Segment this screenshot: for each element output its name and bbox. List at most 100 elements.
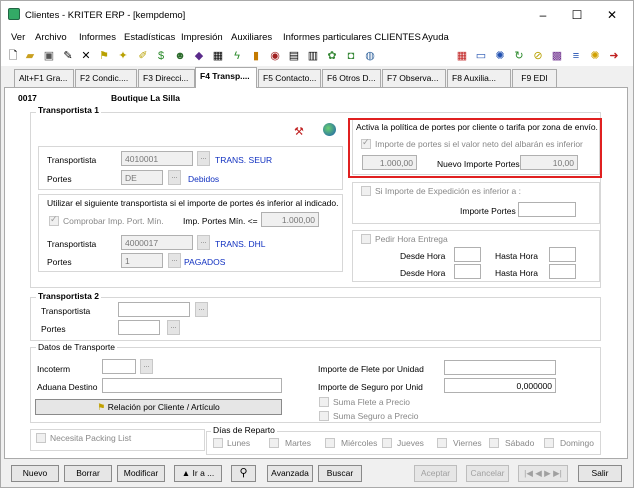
- portes2-lookup-button[interactable]: ...: [168, 253, 181, 268]
- transportista2-lookup-button[interactable]: ...: [197, 235, 210, 250]
- tree-icon[interactable]: ≡: [569, 49, 583, 63]
- new-file-icon[interactable]: 🗋: [6, 49, 20, 63]
- transportista-lookup-button[interactable]: ...: [197, 151, 210, 166]
- chart-icon[interactable]: ▮: [249, 49, 263, 63]
- tag-icon[interactable]: ◆: [192, 49, 206, 63]
- save-icon[interactable]: ▣: [42, 49, 56, 63]
- buscar-button[interactable]: Buscar: [318, 465, 362, 482]
- day-miercoles-checkbox[interactable]: [325, 438, 335, 448]
- pedir-hora-checkbox[interactable]: [361, 234, 371, 244]
- box-icon[interactable]: ◘: [344, 49, 358, 63]
- t2-portes-field[interactable]: [118, 320, 160, 335]
- t2-portes-lookup-button[interactable]: ...: [167, 320, 180, 335]
- t2-transportista-lookup-button[interactable]: ...: [195, 302, 208, 317]
- record-navigation[interactable]: |◀ ◀ ▶ ▶|: [518, 465, 568, 482]
- refresh-icon[interactable]: ↻: [512, 49, 526, 63]
- avanzada-button[interactable]: Avanzada: [267, 465, 313, 482]
- ir-a-button[interactable]: ▲ Ir a ...: [174, 465, 222, 482]
- pencil-icon[interactable]: ✐: [136, 49, 150, 63]
- globe-small-icon[interactable]: ◍: [363, 49, 377, 63]
- desde-hora-field-1[interactable]: [454, 247, 481, 262]
- maximize-button[interactable]: ☐: [567, 7, 587, 23]
- menu-impresion[interactable]: Impresión: [181, 32, 223, 43]
- modificar-button[interactable]: Modificar: [117, 465, 165, 482]
- desde-hora-field-2[interactable]: [454, 264, 481, 279]
- window-icon[interactable]: ▭: [474, 49, 488, 63]
- expedicion-checkbox[interactable]: [361, 186, 371, 196]
- edit-icon[interactable]: ✎: [61, 49, 75, 63]
- globe-icon[interactable]: [323, 123, 336, 136]
- menu-informes-particulares[interactable]: Informes particulares CLIENTES: [283, 32, 421, 43]
- flash-icon[interactable]: ϟ: [230, 49, 244, 63]
- t2-transportista-field[interactable]: [118, 302, 190, 317]
- menu-estadisticas[interactable]: Estadísticas: [124, 32, 175, 43]
- tab-contactos[interactable]: F5 Contacto...: [258, 69, 321, 87]
- suma-seguro-checkbox[interactable]: [319, 411, 329, 421]
- person-icon[interactable]: ☻: [173, 49, 187, 63]
- flete-field[interactable]: [444, 360, 556, 375]
- grid-icon[interactable]: ▦: [211, 49, 225, 63]
- tab-general[interactable]: Alt+F1 Gra...: [14, 69, 74, 87]
- filter-icon[interactable]: ⚑: [97, 49, 111, 63]
- cancelar-button[interactable]: Cancelar: [466, 465, 509, 482]
- menu-ayuda[interactable]: Ayuda: [422, 32, 449, 43]
- delete-icon[interactable]: ✕: [79, 49, 93, 63]
- nuevo-button[interactable]: Nuevo: [11, 465, 59, 482]
- tab-direcciones[interactable]: F3 Direcci...: [138, 69, 195, 87]
- pedir-hora-label: Pedir Hora Entrega: [375, 234, 448, 244]
- money-icon[interactable]: $: [154, 49, 168, 63]
- palette-icon[interactable]: ✿: [325, 49, 339, 63]
- tab-auxiliares[interactable]: F8 Auxilia...: [447, 69, 511, 87]
- importe-portes-exp-field[interactable]: [518, 202, 576, 217]
- camera-icon[interactable]: ◉: [268, 49, 282, 63]
- tab-condiciones[interactable]: F2 Condic....: [75, 69, 137, 87]
- tab-observaciones[interactable]: F7 Observa...: [382, 69, 446, 87]
- bulb-icon[interactable]: ✺: [588, 49, 602, 63]
- close-button[interactable]: ✕: [602, 7, 622, 23]
- day-domingo-checkbox[interactable]: [544, 438, 554, 448]
- suma-flete-checkbox[interactable]: [319, 397, 329, 407]
- calculator-icon[interactable]: ▤: [287, 49, 301, 63]
- open-folder-icon[interactable]: ▰: [23, 49, 37, 63]
- tool-icon[interactable]: ✦: [116, 49, 130, 63]
- portes-lookup-button[interactable]: ...: [168, 170, 181, 185]
- cancel-red-icon[interactable]: ⚒: [294, 125, 304, 138]
- relacion-button[interactable]: ⚑ Relación por Cliente / Artículo: [35, 399, 282, 415]
- day-jueves-checkbox[interactable]: [382, 438, 392, 448]
- menu-ver[interactable]: Ver: [11, 32, 25, 43]
- menu-archivo[interactable]: Archivo: [35, 32, 67, 43]
- hasta-hora-field-1[interactable]: [549, 247, 576, 262]
- day-lunes-checkbox[interactable]: [213, 438, 223, 448]
- seguro-field[interactable]: 0,000000: [444, 378, 556, 393]
- transportista-code-field[interactable]: 4010001: [121, 151, 193, 166]
- tab-edi[interactable]: F9 EDI: [512, 69, 557, 87]
- day-sabado-checkbox[interactable]: [489, 438, 499, 448]
- borrar-button[interactable]: Borrar: [64, 465, 112, 482]
- hasta-hora-field-2[interactable]: [549, 264, 576, 279]
- imp-portes-min-field[interactable]: 1.000,00: [261, 212, 319, 227]
- aduana-field[interactable]: [102, 378, 282, 393]
- transportista2-code-field[interactable]: 4000017: [121, 235, 193, 250]
- settings-icon[interactable]: ✺: [493, 49, 507, 63]
- exit-icon[interactable]: ➜: [607, 49, 621, 63]
- comprobar-checkbox[interactable]: [49, 214, 59, 226]
- tab-otros-datos[interactable]: F6 Otros D...: [322, 69, 381, 87]
- day-viernes-checkbox[interactable]: [437, 438, 447, 448]
- menu-auxiliares[interactable]: Auxiliares: [231, 32, 272, 43]
- menu-informes[interactable]: Informes: [79, 32, 116, 43]
- aceptar-button[interactable]: Aceptar: [414, 465, 457, 482]
- day-martes-checkbox[interactable]: [269, 438, 279, 448]
- packing-checkbox[interactable]: [36, 433, 46, 443]
- table-icon[interactable]: ▩: [550, 49, 564, 63]
- binoculars-button[interactable]: ⚲: [231, 465, 256, 482]
- calendar-icon[interactable]: ▦: [455, 49, 469, 63]
- incoterm-lookup-button[interactable]: ...: [140, 359, 153, 374]
- tab-transportes[interactable]: F4 Transp....: [195, 67, 257, 88]
- minimize-button[interactable]: –: [533, 7, 553, 23]
- portes2-code-field[interactable]: 1: [121, 253, 163, 268]
- salir-button[interactable]: Salir: [578, 465, 622, 482]
- attach-icon[interactable]: ⊘: [531, 49, 545, 63]
- keyboard-icon[interactable]: ▥: [306, 49, 320, 63]
- portes-code-field[interactable]: DE: [121, 170, 163, 185]
- incoterm-field[interactable]: [102, 359, 136, 374]
